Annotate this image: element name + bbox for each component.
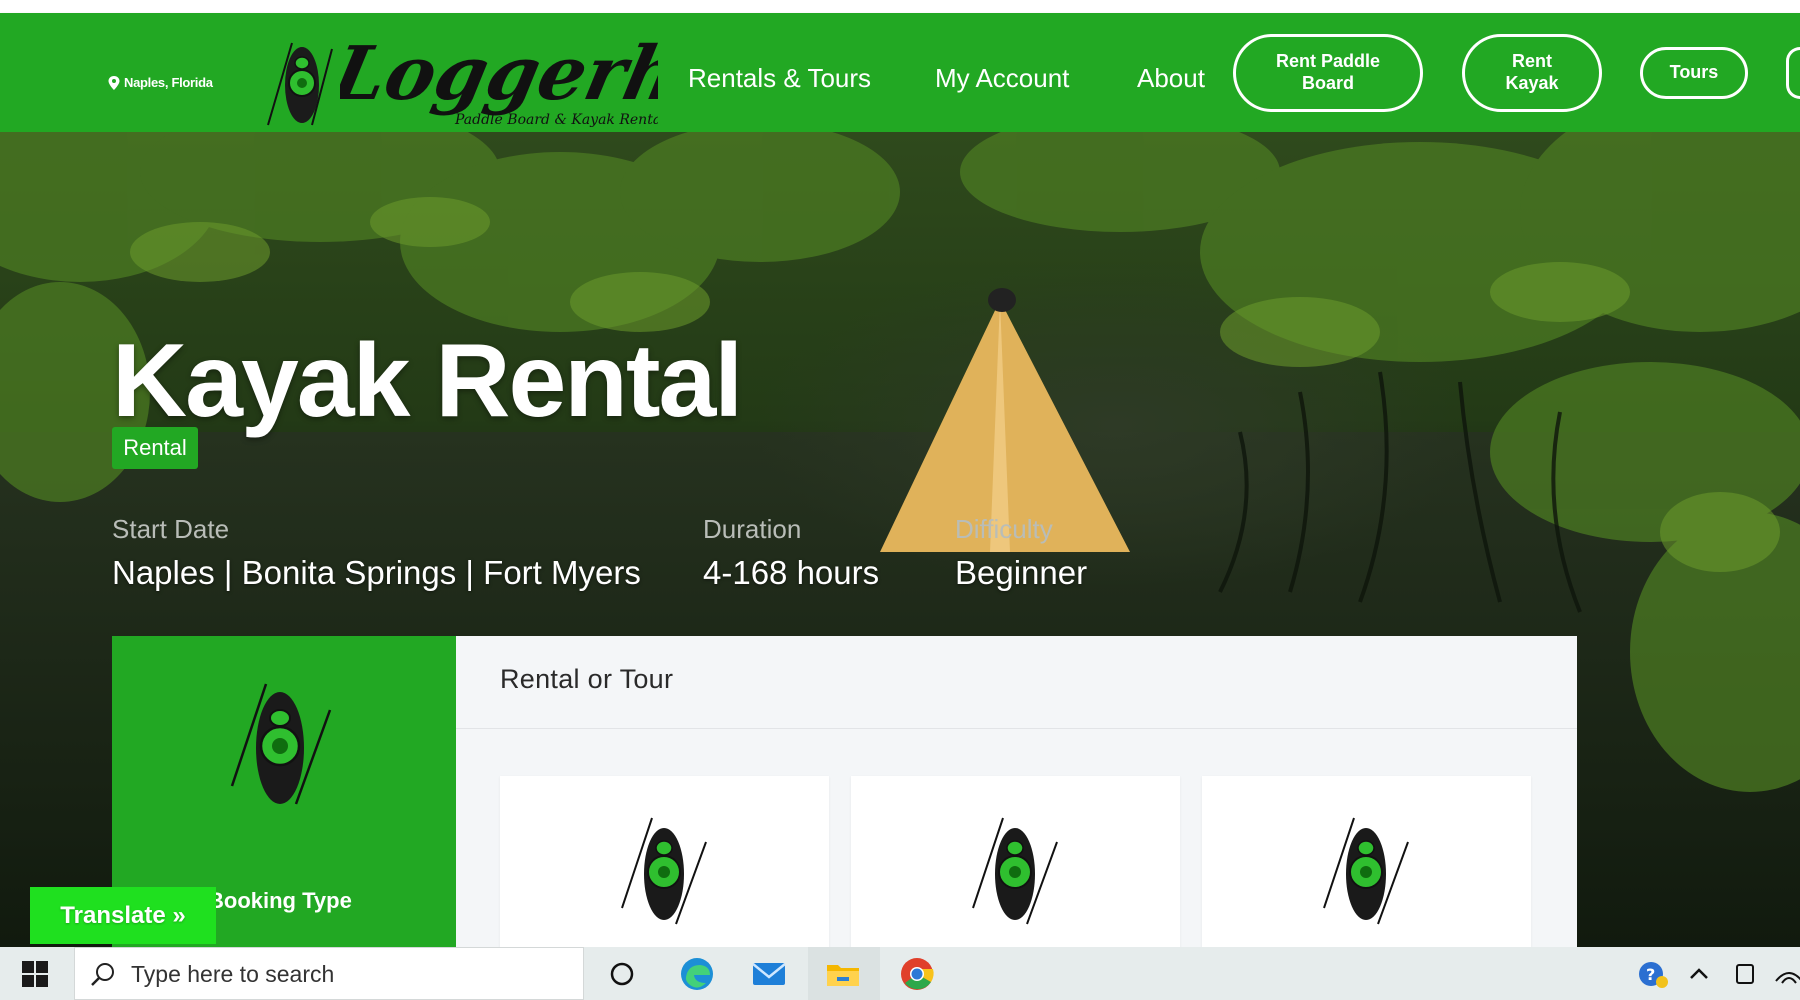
start-date-label: Start Date bbox=[112, 514, 230, 544]
nav-my-account[interactable]: My Account bbox=[935, 63, 1069, 94]
difficulty-label: Difficulty bbox=[955, 514, 1053, 544]
booking-main-panel: Rental or Tour bbox=[456, 636, 1577, 947]
logo-text: Loggerhead bbox=[340, 30, 658, 117]
device-icon[interactable] bbox=[1726, 955, 1764, 993]
logo-turtle-icon[interactable] bbox=[262, 33, 342, 135]
map-pin-icon bbox=[108, 75, 120, 90]
site-header: Naples, Florida Loggerhead Paddle Board … bbox=[0, 13, 1800, 132]
rent-paddle-board-button[interactable]: Rent Paddle Board bbox=[1233, 34, 1423, 112]
search-icon bbox=[91, 963, 114, 986]
rent-kayak-line1: Rent bbox=[1511, 51, 1552, 72]
header-button-partial[interactable] bbox=[1786, 47, 1800, 99]
nav-about[interactable]: About bbox=[1137, 63, 1205, 94]
duration-value: 4-168 hours bbox=[703, 554, 880, 591]
duration-label: Duration bbox=[703, 514, 802, 544]
rent-paddle-board-line1: Rent Paddle bbox=[1275, 51, 1381, 72]
booking-type-label: Booking Type bbox=[180, 888, 352, 914]
rent-paddle-board-line2: Board bbox=[1301, 73, 1354, 93]
chevron-up-icon[interactable] bbox=[1680, 955, 1718, 993]
turtle-kayak-icon bbox=[230, 683, 332, 805]
mail-icon[interactable] bbox=[750, 955, 788, 993]
windows-taskbar: Type here to search ? bbox=[0, 947, 1800, 1000]
option-card[interactable] bbox=[500, 776, 829, 947]
file-explorer-icon[interactable] bbox=[824, 955, 862, 993]
rent-kayak-line2: Kayak bbox=[1505, 73, 1559, 93]
logo-wordmark[interactable]: Loggerhead Paddle Board & Kayak Rental bbox=[340, 19, 658, 137]
turtle-kayak-icon bbox=[1323, 817, 1409, 925]
help-icon[interactable]: ? bbox=[1634, 955, 1672, 993]
logo-tagline: Paddle Board & Kayak Rental bbox=[454, 112, 658, 128]
tours-button[interactable]: Tours bbox=[1640, 47, 1748, 99]
location: Naples, Florida bbox=[108, 75, 213, 90]
windows-start-icon[interactable] bbox=[22, 961, 48, 987]
rent-kayak-button[interactable]: Rent Kayak bbox=[1462, 34, 1602, 112]
svg-text:?: ? bbox=[1646, 965, 1655, 984]
panel-divider bbox=[456, 728, 1577, 729]
nav-rentals-tours[interactable]: Rentals & Tours bbox=[688, 63, 871, 94]
wifi-icon[interactable] bbox=[1770, 955, 1800, 993]
booking-type-text: Booking Type bbox=[208, 888, 352, 913]
hero-section: Rental Kayak Rental Start Date Naples | … bbox=[0, 132, 1800, 947]
difficulty-value: Beginner bbox=[955, 554, 1088, 591]
start-date-value: Naples | Bonita Springs | Fort Myers bbox=[112, 554, 641, 591]
chrome-icon[interactable] bbox=[898, 955, 936, 993]
location-text: Naples, Florida bbox=[124, 75, 213, 90]
page-title: Kayak Rental bbox=[112, 323, 743, 439]
option-card[interactable] bbox=[1202, 776, 1531, 947]
cortana-icon[interactable] bbox=[603, 955, 641, 993]
turtle-kayak-icon bbox=[621, 817, 707, 925]
panel-title: Rental or Tour bbox=[500, 664, 674, 694]
option-card[interactable] bbox=[851, 776, 1180, 947]
edge-icon[interactable] bbox=[678, 955, 716, 993]
turtle-kayak-icon bbox=[972, 817, 1058, 925]
translate-button[interactable]: Translate » bbox=[30, 887, 216, 944]
taskbar-search-box[interactable]: Type here to search bbox=[74, 947, 584, 1000]
search-placeholder: Type here to search bbox=[131, 961, 335, 987]
